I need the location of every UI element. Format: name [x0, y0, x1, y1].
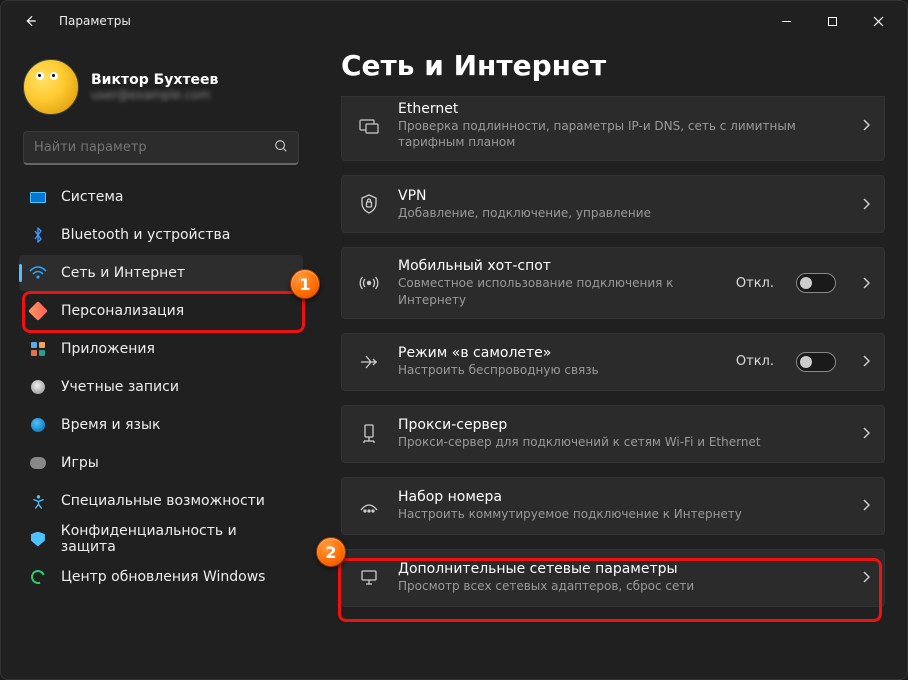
vpn-icon	[356, 194, 382, 214]
sidebar-item-label: Учетные записи	[61, 379, 179, 395]
card-vpn[interactable]: VPN Добавление, подключение, управление	[341, 175, 885, 233]
sidebar-item-label: Bluetooth и устройства	[61, 227, 230, 243]
time-language-icon	[29, 416, 47, 434]
sidebar-item-bluetooth[interactable]: Bluetooth и устройства	[19, 217, 303, 253]
windows-update-icon	[29, 568, 47, 586]
chevron-right-icon	[862, 496, 870, 515]
sidebar-item-label: Приложения	[61, 341, 155, 357]
bluetooth-icon	[29, 226, 47, 244]
sidebar-item-personalization[interactable]: Персонализация	[19, 293, 303, 329]
window-title: Параметры	[59, 14, 131, 28]
card-title: Мобильный хот-спот	[398, 258, 720, 274]
card-subtitle: Настроить беспроводную связь	[398, 362, 720, 378]
profile-email: user@example.com	[91, 88, 218, 102]
card-ethernet[interactable]: Ethernet Проверка подлинности, параметры…	[341, 96, 885, 161]
search-icon	[274, 138, 288, 157]
profile-block[interactable]: Виктор Бухтеев user@example.com	[19, 53, 303, 131]
sidebar-item-gaming[interactable]: Игры	[19, 445, 303, 481]
chevron-right-icon	[862, 116, 870, 135]
sidebar-item-label: Игры	[61, 455, 99, 471]
card-title: Ethernet	[398, 101, 836, 117]
card-subtitle: Совместное использование подключения к И…	[398, 275, 720, 307]
minimize-button[interactable]	[763, 5, 809, 37]
chevron-right-icon	[862, 274, 870, 293]
card-title: Прокси-сервер	[398, 417, 836, 433]
advanced-network-icon	[356, 569, 382, 587]
nav-list: Система Bluetooth и устройства Сеть и Ин…	[19, 179, 303, 595]
sidebar-item-label: Специальные возможности	[61, 493, 265, 509]
maximize-button[interactable]	[809, 5, 855, 37]
airplane-toggle[interactable]	[796, 352, 836, 372]
card-subtitle: Проверка подлинности, параметры IP-и DNS…	[398, 118, 836, 150]
sidebar-item-system[interactable]: Система	[19, 179, 303, 215]
card-subtitle: Добавление, подключение, управление	[398, 205, 836, 221]
search-box[interactable]	[23, 131, 299, 165]
chevron-right-icon	[862, 352, 870, 371]
airplane-icon	[356, 353, 382, 371]
card-proxy[interactable]: Прокси-сервер Прокси-сервер для подключе…	[341, 405, 885, 463]
sidebar-item-label: Конфиденциальность и защита	[61, 523, 293, 555]
hotspot-icon	[356, 274, 382, 292]
page-title: Сеть и Интернет	[341, 49, 885, 82]
back-button[interactable]	[15, 6, 45, 36]
personalization-icon	[29, 302, 47, 320]
annotation-badge-1: 1	[290, 269, 320, 299]
avatar	[23, 59, 79, 115]
sidebar-item-windows-update[interactable]: Центр обновления Windows	[19, 559, 303, 595]
wifi-icon	[29, 264, 47, 282]
sidebar-item-label: Время и язык	[61, 417, 160, 433]
titlebar: Параметры	[1, 1, 907, 41]
card-title: VPN	[398, 188, 836, 204]
toggle-status: Откл.	[736, 354, 774, 369]
accounts-icon	[29, 378, 47, 396]
card-subtitle: Прокси-сервер для подключений к сетям Wi…	[398, 434, 836, 450]
hotspot-toggle[interactable]	[796, 273, 836, 293]
card-subtitle: Просмотр всех сетевых адаптеров, сброс с…	[398, 578, 836, 594]
sidebar-item-time-language[interactable]: Время и язык	[19, 407, 303, 443]
card-subtitle: Настроить коммутируемое подключение к Ин…	[398, 506, 836, 522]
proxy-icon	[356, 424, 382, 444]
system-icon	[29, 188, 47, 206]
chevron-right-icon	[862, 424, 870, 443]
apps-icon	[29, 340, 47, 358]
search-input[interactable]	[34, 140, 274, 155]
sidebar-item-privacy[interactable]: Конфиденциальность и защита	[19, 521, 303, 557]
accessibility-icon	[29, 492, 47, 510]
sidebar-item-label: Система	[61, 189, 123, 205]
privacy-icon	[29, 530, 47, 548]
card-hotspot[interactable]: Мобильный хот-спот Совместное использова…	[341, 247, 885, 318]
card-dialup[interactable]: Набор номера Настроить коммутируемое под…	[341, 477, 885, 535]
dialup-icon	[356, 498, 382, 514]
sidebar-item-apps[interactable]: Приложения	[19, 331, 303, 367]
sidebar-item-accessibility[interactable]: Специальные возможности	[19, 483, 303, 519]
chevron-right-icon	[862, 195, 870, 214]
sidebar-item-network[interactable]: Сеть и Интернет	[19, 255, 303, 291]
sidebar-item-label: Сеть и Интернет	[61, 265, 185, 281]
card-title: Дополнительные сетевые параметры	[398, 561, 836, 577]
card-title: Набор номера	[398, 489, 836, 505]
gaming-icon	[29, 454, 47, 472]
sidebar: Виктор Бухтеев user@example.com Система	[1, 41, 311, 679]
toggle-status: Откл.	[736, 276, 774, 291]
main-panel: Сеть и Интернет Ethernet Проверка подлин…	[311, 41, 907, 679]
sidebar-item-accounts[interactable]: Учетные записи	[19, 369, 303, 405]
chevron-right-icon	[862, 568, 870, 587]
sidebar-item-label: Персонализация	[61, 303, 184, 319]
card-airplane[interactable]: Режим «в самолете» Настроить беспроводну…	[341, 333, 885, 391]
ethernet-icon	[356, 118, 382, 134]
card-advanced-network[interactable]: Дополнительные сетевые параметры Просмот…	[341, 549, 885, 607]
close-button[interactable]	[855, 5, 901, 37]
profile-name: Виктор Бухтеев	[91, 72, 218, 88]
card-title: Режим «в самолете»	[398, 345, 720, 361]
sidebar-item-label: Центр обновления Windows	[61, 569, 265, 585]
annotation-badge-2: 2	[316, 537, 346, 567]
